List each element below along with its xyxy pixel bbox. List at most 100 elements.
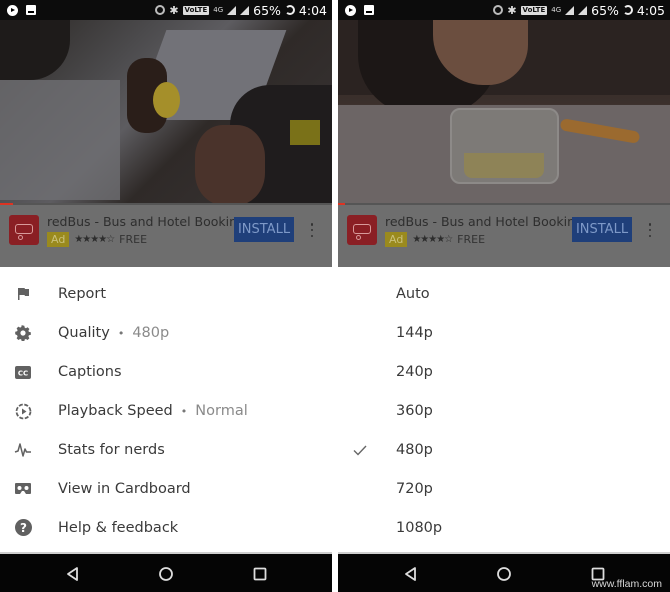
phone-screen-settings-menu: ✱ VoLTE 4G 65% 4:04 redBus - Bus and Hot… [0,0,332,592]
hotspot-icon [155,5,166,15]
menu-item-value: Normal [195,403,248,420]
video-settings-menu: Report Quality • 480p CC Captions Playback… [0,275,332,547]
menu-item-quality[interactable]: Quality • 480p [0,314,332,353]
ad-banner[interactable]: redBus - Bus and Hotel Booking Ad ★★★★☆ … [0,205,332,267]
ad-banner[interactable]: redBus - Bus and Hotel Booking Ad ★★★★☆ … [338,205,670,267]
home-icon[interactable] [158,566,174,582]
svg-text:?: ? [20,521,27,535]
hotspot-icon [493,5,504,15]
menu-item-label: Playback Speed [58,403,173,420]
bluetooth-icon: ✱ [169,3,179,17]
menu-item-label: Captions [58,364,122,381]
video-frame-paper [0,80,120,200]
youtube-play-notification-icon [345,4,356,16]
quality-option-label: 720p [396,480,433,497]
redbus-app-logo [9,215,39,245]
ad-rating-stars: ★★★★☆ [412,234,453,245]
stats-pulse-icon [14,441,32,459]
menu-item-help-feedback[interactable]: ? Help & feedback [0,508,332,547]
closed-captions-icon: CC [14,363,32,381]
battery-percent: 65% [591,2,619,18]
video-frame-label [290,120,320,145]
menu-item-label: View in Cardboard [58,480,191,497]
volte-icon: VoLTE [520,5,548,15]
menu-item-label: Stats for nerds [58,442,165,458]
menu-item-label: Quality [58,325,110,342]
video-frame-juice [464,153,544,178]
quality-option[interactable]: 480p [338,431,670,470]
quality-option-label: 144p [396,325,433,342]
quality-option[interactable]: 240p [338,353,670,392]
status-bar: ✱ VoLTE 4G 65% 4:05 [338,0,670,20]
quality-option-label: 360p [396,403,433,420]
quality-option[interactable]: 360p [338,392,670,431]
redbus-app-logo [347,215,377,245]
image-notification-icon [364,5,374,15]
clock: 4:04 [298,2,327,18]
menu-item-playback-speed[interactable]: Playback Speed • Normal [0,392,332,431]
quality-option[interactable]: 1080p [338,508,670,547]
battery-percent: 65% [253,2,281,18]
quality-option-label: 240p [396,364,433,381]
home-icon[interactable] [496,566,512,582]
ad-price: FREE [457,233,486,246]
help-icon: ? [14,519,32,537]
checkmark-icon [353,445,367,456]
bluetooth-icon: ✱ [507,3,517,17]
youtube-play-notification-icon [7,4,18,16]
svg-text:CC: CC [18,369,28,377]
android-nav-bar: www.fflam.com [338,552,670,592]
menu-item-value: 480p [132,325,170,342]
quality-option-label: Auto [396,286,430,303]
network-type-label: 4G [213,6,224,14]
signal-icon-2 [578,5,588,15]
video-player[interactable] [0,20,332,205]
watermark: www.fflam.com [591,578,662,590]
ad-price: FREE [119,233,148,246]
menu-item-label: Report [58,286,107,303]
video-frame-hand [195,125,265,205]
battery-icon [622,5,633,15]
recent-apps-icon[interactable] [252,566,268,582]
signal-icon [227,5,237,15]
quality-option-label: 480p [396,442,433,458]
network-type-label: 4G [551,6,562,14]
separator-dot: • [180,405,188,419]
gear-icon [14,324,32,342]
playback-speed-icon [14,402,32,420]
more-options-icon[interactable] [645,221,655,239]
ad-title: redBus - Bus and Hotel Booking [47,214,245,229]
install-button[interactable]: INSTALL [572,217,632,242]
quality-options-menu: Auto 144p 240p 360p 480p 720p 1080p [338,275,670,547]
battery-icon [284,5,295,15]
video-player[interactable] [338,20,670,205]
menu-item-stats-for-nerds[interactable]: Stats for nerds [0,431,332,470]
back-icon[interactable] [403,566,419,582]
image-notification-icon [26,5,36,15]
signal-icon [565,5,575,15]
menu-item-captions[interactable]: CC Captions [0,353,332,392]
clock: 4:05 [636,2,665,18]
flag-icon [14,285,32,303]
video-frame-lemon [153,82,180,118]
cardboard-vr-icon [14,480,32,498]
install-button[interactable]: INSTALL [234,217,294,242]
ad-badge: Ad [385,232,408,247]
menu-item-view-in-cardboard[interactable]: View in Cardboard [0,469,332,508]
separator-dot: • [117,327,125,341]
video-frame-shape [0,20,70,80]
status-bar: ✱ VoLTE 4G 65% 4:04 [0,0,332,20]
phone-screen-quality-menu: ✱ VoLTE 4G 65% 4:05 redBus - Bus and Hot… [338,0,670,592]
ad-rating-stars: ★★★★☆ [74,234,115,245]
ad-badge: Ad [47,232,70,247]
quality-option[interactable]: 720p [338,469,670,508]
menu-item-label: Help & feedback [58,519,179,536]
quality-option[interactable]: Auto [338,275,670,314]
quality-option-label: 1080p [396,519,443,536]
volte-icon: VoLTE [182,5,210,15]
menu-item-report[interactable]: Report [0,275,332,314]
more-options-icon[interactable] [307,221,317,239]
signal-icon-2 [240,5,250,15]
back-icon[interactable] [65,566,81,582]
quality-option[interactable]: 144p [338,314,670,353]
